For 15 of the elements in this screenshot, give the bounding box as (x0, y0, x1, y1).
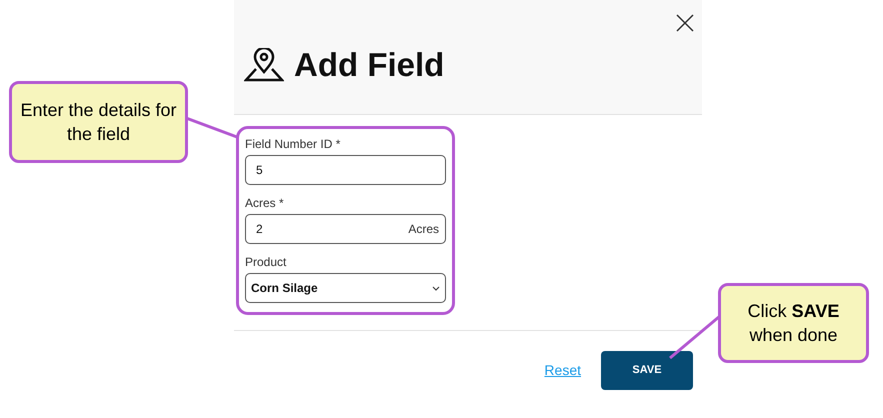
save-button[interactable]: SAVE (601, 351, 693, 390)
input-field[interactable]: 5 (245, 155, 446, 185)
close-icon[interactable] (676, 14, 694, 32)
chevron-down-icon (432, 286, 440, 290)
input-field[interactable]: 2 Acres (245, 214, 446, 244)
map-pin-icon (244, 48, 284, 82)
callout: Enter the details for the field (9, 81, 188, 163)
field-label: Product (245, 254, 288, 271)
dialog-title: Add Field (294, 45, 444, 86)
unit-label: Acres (408, 221, 439, 238)
product-select[interactable]: Corn Silage (245, 273, 446, 303)
leader-line (669, 314, 721, 360)
callout: Click SAVE when done (718, 283, 869, 363)
field-label: Acres * (245, 195, 285, 212)
field-label: Field Number ID * (245, 136, 342, 153)
